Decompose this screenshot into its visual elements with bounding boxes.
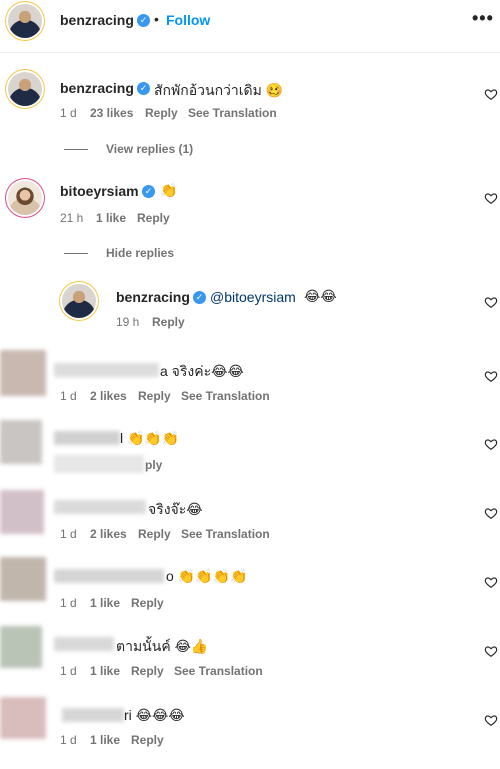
comment-likes[interactable]: 1 like — [96, 211, 126, 225]
blurred-meta — [54, 455, 144, 473]
reply-button[interactable]: Reply — [131, 664, 164, 678]
heart-icon[interactable] — [484, 369, 498, 383]
comment-time: 1 d — [60, 106, 77, 120]
comment-likes[interactable]: 2 likes — [90, 389, 127, 403]
comment-time: 1 d — [60, 527, 77, 541]
blurred-username — [54, 637, 114, 651]
see-translation-button[interactable]: See Translation — [181, 527, 270, 541]
verified-badge-icon: ✓ — [142, 185, 155, 198]
mention-link[interactable]: @bitoeyrsiam — [210, 289, 296, 305]
comment-username[interactable]: benzracing — [116, 289, 190, 305]
reply-button[interactable]: Reply — [137, 211, 170, 225]
heart-icon[interactable] — [484, 506, 498, 520]
heart-icon[interactable] — [484, 575, 498, 589]
see-translation-button[interactable]: See Translation — [181, 389, 270, 403]
see-translation-button[interactable]: See Translation — [174, 664, 263, 678]
heart-icon[interactable] — [484, 191, 498, 205]
heart-icon[interactable] — [484, 644, 498, 658]
blurred-avatar — [0, 697, 46, 739]
post-header: benzracing ✓ • Follow ••• — [0, 0, 500, 44]
reply-button[interactable]: Reply — [152, 315, 185, 329]
blurred-avatar — [0, 420, 42, 464]
blurred-username — [54, 363, 159, 377]
blurred-username — [62, 708, 124, 722]
header-separator: • — [154, 11, 159, 27]
comment-text: 👏 — [160, 182, 178, 198]
comment-time: 1 d — [60, 596, 77, 610]
verified-badge-icon: ✓ — [137, 14, 150, 27]
comment-likes[interactable]: 1 like — [90, 733, 120, 747]
header-avatar[interactable] — [8, 4, 42, 38]
blurred-username — [54, 569, 164, 583]
comment-text: a จริงค่ะ😂😂 — [160, 363, 244, 379]
comment-likes[interactable]: 1 like — [90, 596, 120, 610]
comment-time: 19 h — [116, 315, 140, 329]
view-replies-button[interactable]: View replies (1) — [106, 142, 193, 156]
reply-button[interactable]: Reply — [138, 527, 171, 541]
comment-text: ตามนั้นค์ 😂👍 — [116, 638, 209, 654]
verified-badge-icon: ✓ — [193, 291, 206, 304]
verified-badge-icon: ✓ — [137, 82, 150, 95]
comment-avatar[interactable] — [8, 72, 42, 106]
blurred-avatar — [0, 490, 44, 534]
comment-text: สักพักอ้วนกว่าเดิม 🥴 — [154, 82, 284, 98]
more-options-icon[interactable]: ••• — [472, 8, 494, 29]
comment-text: l 👏👏👏 — [120, 430, 180, 446]
reply-button[interactable]: Reply — [131, 596, 164, 610]
comment-likes[interactable]: 1 like — [90, 664, 120, 678]
header-divider — [0, 52, 500, 53]
header-username[interactable]: benzracing — [60, 12, 134, 28]
comment-username[interactable]: benzracing — [60, 80, 134, 96]
heart-icon[interactable] — [484, 713, 498, 727]
comment-avatar[interactable] — [8, 181, 42, 215]
blurred-username — [54, 500, 146, 514]
comment-username[interactable]: bitoeyrsiam — [60, 183, 139, 199]
blurred-avatar — [0, 350, 46, 396]
follow-button[interactable]: Follow — [166, 12, 210, 28]
blurred-avatar — [0, 626, 42, 668]
comment-likes[interactable]: 23 likes — [90, 106, 133, 120]
reply-avatar[interactable] — [62, 284, 96, 318]
comment-text: 😂😂 — [304, 288, 337, 304]
see-translation-button[interactable]: See Translation — [188, 106, 277, 120]
blurred-avatar — [0, 557, 46, 601]
reply-button[interactable]: Reply — [131, 733, 164, 747]
comment-time: 1 d — [60, 733, 77, 747]
heart-icon[interactable] — [484, 87, 498, 101]
comment-time: 1 d — [60, 664, 77, 678]
comment-likes[interactable]: 2 likes — [90, 527, 127, 541]
heart-icon[interactable] — [484, 437, 498, 451]
comment-time: 21 h — [60, 211, 84, 225]
reply-button[interactable]: Reply — [145, 106, 178, 120]
comment-text: o 👏👏👏👏 — [166, 568, 248, 584]
reply-button[interactable]: Reply — [138, 389, 171, 403]
heart-icon[interactable] — [484, 295, 498, 309]
thread-line — [64, 253, 88, 254]
hide-replies-button[interactable]: Hide replies — [106, 246, 174, 260]
reply-button[interactable]: ply — [145, 458, 162, 472]
comment-time: 1 d — [60, 389, 77, 403]
thread-line — [64, 149, 88, 150]
comment-text: จริงจ๊ะ😂 — [148, 501, 203, 517]
blurred-username — [54, 431, 120, 445]
comment-text: ri 😂😂😂 — [124, 707, 185, 723]
